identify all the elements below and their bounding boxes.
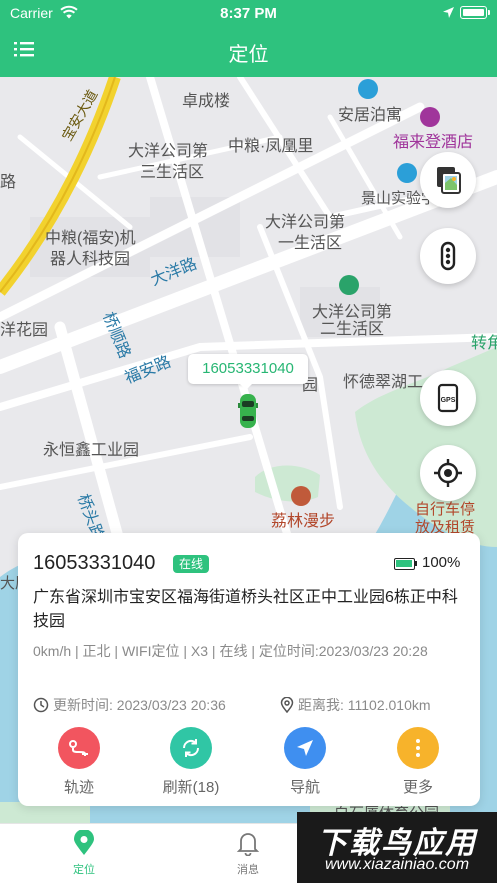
status-bar: Carrier 8:37 PM (0, 0, 497, 26)
location-services-icon (443, 7, 454, 18)
watermark-url: www.xiazainiao.com (324, 856, 470, 873)
car-marker-icon[interactable] (238, 392, 258, 430)
navigate-button[interactable]: 导航 (260, 727, 350, 797)
map-label: 路 (0, 174, 17, 191)
crosshair-icon (434, 459, 462, 487)
map-label: 一生活区 (278, 235, 343, 252)
more-button[interactable]: 更多 (373, 727, 463, 797)
map-label: 转角 (471, 335, 497, 352)
navigate-icon (297, 740, 313, 756)
traffic-button[interactable] (420, 228, 476, 284)
map-label: 怀德翠湖工 (343, 374, 424, 391)
hotel-poi-icon (420, 107, 440, 127)
refresh-button[interactable]: 刷新(18) (146, 727, 236, 797)
map-label: 洋花园 (0, 322, 49, 339)
traffic-light-icon (440, 241, 456, 271)
clock: 8:37 PM (220, 5, 277, 22)
device-name: 16053331040 (33, 552, 156, 574)
gps-button[interactable]: GPS (420, 370, 476, 426)
map-label: 二生活区 (320, 321, 385, 338)
map-layers-icon (437, 167, 461, 194)
tab-messages-label: 消息 (237, 864, 259, 876)
battery-icon (394, 558, 417, 570)
update-time: 更新时间: 2023/03/23 20:36 (33, 695, 226, 715)
map-label: 福来登酒店 (393, 134, 474, 151)
gps-phone-icon: GPS (437, 383, 459, 413)
tab-location[interactable]: 定位 (44, 829, 124, 877)
status-badge: 在线 (173, 555, 210, 573)
distance: 距离我: 11102.010km (280, 695, 431, 715)
track-button[interactable]: 轨迹 (34, 727, 124, 797)
bell-icon (236, 833, 260, 857)
building-poi-icon (358, 79, 378, 99)
app-header: Carrier 8:37 PM 定位 (0, 0, 497, 77)
track-icon (69, 740, 88, 756)
map-label: 大洋公司第 (128, 143, 209, 160)
locate-me-button[interactable] (420, 445, 476, 501)
landmark-poi-icon (291, 486, 311, 506)
map-label: 荔林漫步 (271, 513, 336, 530)
update-time-text: 更新时间: 2023/03/23 20:36 (53, 697, 226, 713)
more-icon (416, 739, 420, 757)
page-title: 定位 (228, 44, 269, 66)
map-layers-button[interactable] (420, 152, 476, 208)
device-tag[interactable]: 16053331040 (188, 354, 308, 390)
map-label: 卓成楼 (182, 93, 231, 110)
tab-location-label: 定位 (73, 864, 95, 876)
svg-text:GPS: GPS (441, 397, 456, 404)
map-label: 中粮(福安)机 (45, 230, 136, 247)
navigate-label: 导航 (289, 779, 320, 796)
school-poi-icon (397, 163, 417, 183)
residence-poi-icon (339, 275, 359, 295)
battery-percent: 100% (422, 554, 461, 571)
clock-icon (33, 697, 49, 713)
location-icon (280, 696, 294, 714)
watermark: 下载鸟应用 www.xiazainiao.com (297, 812, 497, 883)
device-address: 广东省深圳市宝安区福海街道桥头社区正中工业园6栋正中科技园 (33, 589, 458, 630)
map-label: 大洋公司第 (265, 214, 346, 231)
more-label: 更多 (402, 779, 433, 796)
status-battery-icon (460, 6, 490, 19)
location-pin-icon (74, 829, 94, 855)
map-label: 三生活区 (140, 164, 205, 181)
map-label: 中粮·凤凰里 (228, 138, 314, 155)
map-label: 永恒鑫工业园 (43, 442, 140, 459)
tab-messages[interactable]: 消息 (208, 830, 288, 877)
refresh-icon (182, 739, 200, 757)
map-label: 安居泊寓 (338, 107, 403, 124)
map-label: 器人科技园 (50, 251, 131, 268)
device-meta: 0km/h | 正北 | WIFI定位 | X3 | 在线 | 定位时间:202… (33, 643, 428, 659)
refresh-label: 刷新(18) (162, 779, 220, 796)
device-info-card: 16053331040 在线 100% 广东省深圳市宝安区福海街道桥头社区正中工… (18, 533, 480, 806)
distance-text: 距离我: 11102.010km (298, 697, 431, 713)
track-label: 轨迹 (63, 779, 94, 796)
